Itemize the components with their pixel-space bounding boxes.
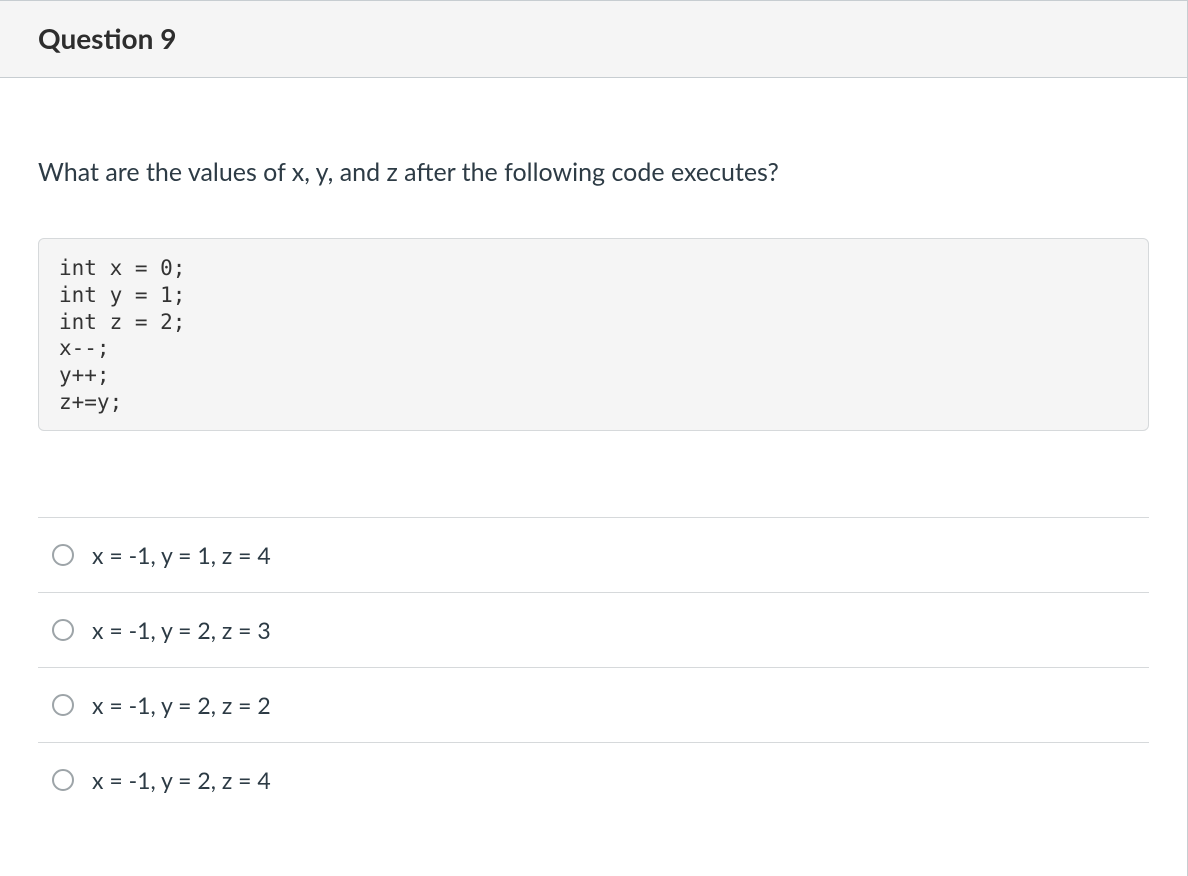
question-container: Question 9 What are the values of x, y, … (0, 0, 1188, 876)
answer-label: x = -1, y = 2, z = 3 (92, 616, 271, 644)
radio-icon[interactable] (52, 544, 74, 566)
answer-option[interactable]: x = -1, y = 2, z = 2 (38, 668, 1149, 743)
answer-option[interactable]: x = -1, y = 1, z = 4 (38, 518, 1149, 593)
answer-option[interactable]: x = -1, y = 2, z = 3 (38, 593, 1149, 668)
answer-label: x = -1, y = 2, z = 2 (92, 691, 271, 719)
question-header: Question 9 (0, 1, 1187, 78)
radio-icon[interactable] (52, 694, 74, 716)
answer-label: x = -1, y = 2, z = 4 (92, 766, 271, 794)
radio-icon[interactable] (52, 619, 74, 641)
answer-list: x = -1, y = 1, z = 4 x = -1, y = 2, z = … (38, 517, 1149, 817)
radio-icon[interactable] (52, 769, 74, 791)
answer-option[interactable]: x = -1, y = 2, z = 4 (38, 743, 1149, 817)
question-prompt: What are the values of x, y, and z after… (38, 156, 1149, 190)
question-title: Question 9 (38, 21, 176, 55)
question-body: What are the values of x, y, and z after… (0, 78, 1187, 837)
answer-label: x = -1, y = 1, z = 4 (92, 541, 271, 569)
code-block: int x = 0; int y = 1; int z = 2; x--; y+… (38, 238, 1149, 431)
